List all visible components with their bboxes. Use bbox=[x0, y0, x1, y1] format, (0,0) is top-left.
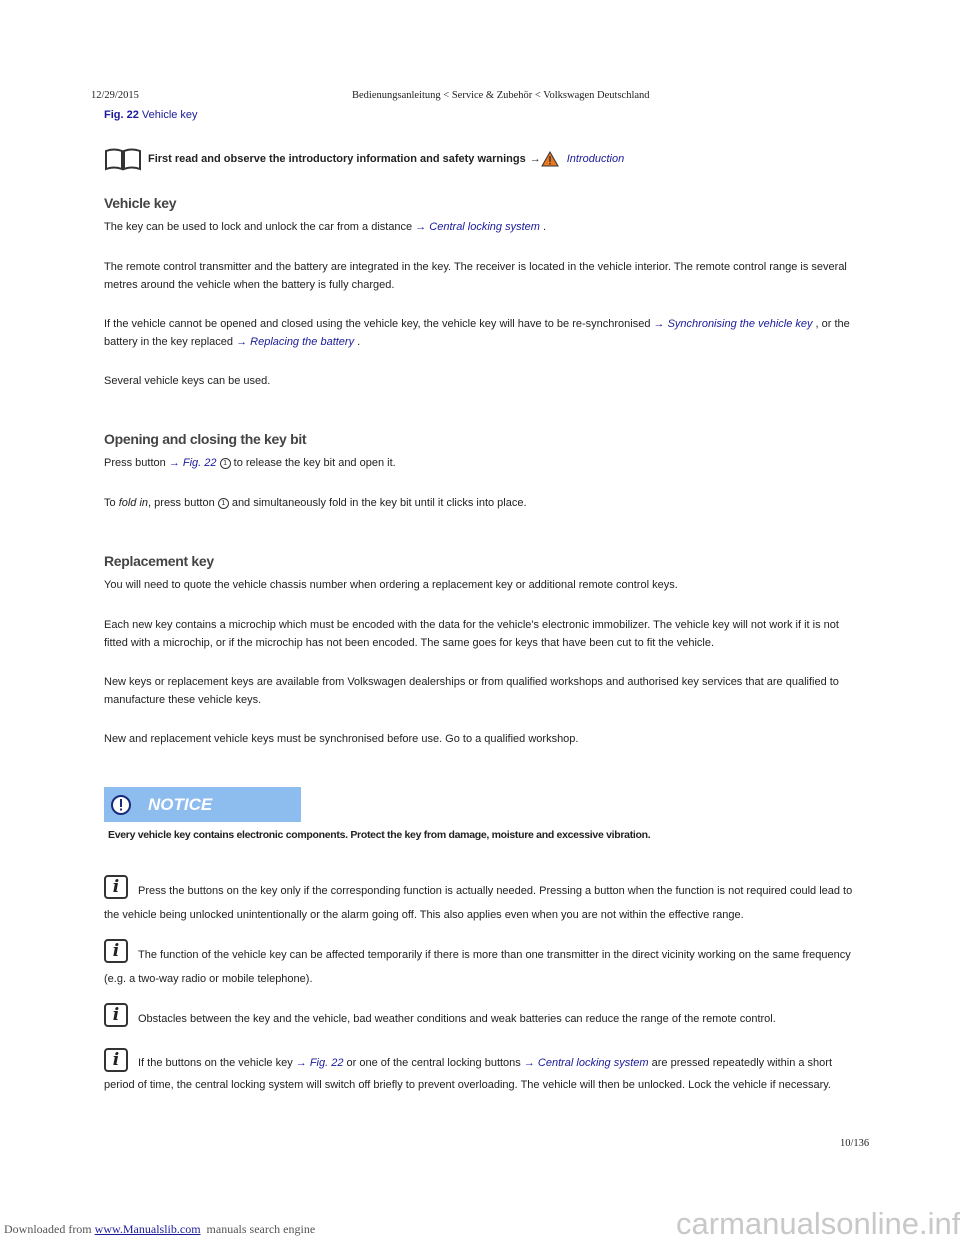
fig-22-link[interactable]: → Fig. 22 bbox=[169, 457, 217, 469]
figure-caption-text: Vehicle key bbox=[141, 109, 198, 121]
note-text: If the buttons on the vehicle key bbox=[138, 1057, 296, 1069]
notice-banner: NOTICE bbox=[104, 787, 301, 822]
print-date: 12/29/2015 bbox=[91, 90, 139, 101]
note: i If the buttons on the vehicle key → Fig… bbox=[104, 1048, 864, 1096]
manualslib-link[interactable]: www.Manualslib.com bbox=[95, 1222, 201, 1236]
section-title: Replacement key bbox=[104, 553, 214, 569]
info-icon: i bbox=[104, 939, 128, 963]
paragraph: You will need to quote the vehicle chass… bbox=[104, 579, 678, 591]
info-icon: i bbox=[104, 1003, 128, 1027]
watermark: carmanualsonline.info bbox=[676, 1206, 960, 1241]
page-number: 10/136 bbox=[840, 1138, 870, 1149]
arrow: → bbox=[529, 153, 541, 165]
button-number: 1 bbox=[219, 457, 231, 469]
note: i Obstacles between the key and the vehic… bbox=[104, 1003, 864, 1031]
paragraph: New keys or replacement keys are availab… bbox=[104, 676, 839, 706]
text: . bbox=[354, 335, 361, 348]
paragraph: To fold in, press button 1 and simultane… bbox=[104, 495, 864, 513]
central-locking-link[interactable]: → Central locking system bbox=[415, 221, 540, 233]
text: , press button bbox=[148, 497, 218, 509]
note-text: or one of the central locking buttons bbox=[343, 1057, 524, 1069]
note-text: The function of the vehicle key can be a… bbox=[104, 949, 851, 985]
introduction-link[interactable]: Introduction bbox=[567, 153, 624, 165]
figure-caption: Fig. 22 Vehicle key bbox=[104, 109, 198, 121]
download-footer: Downloaded from www.Manualslib.com manua… bbox=[4, 1222, 315, 1237]
intro-text: First read and observe the introductory … bbox=[148, 153, 526, 165]
fig-22-link[interactable]: → Fig. 22 bbox=[296, 1057, 344, 1069]
info-icon: i bbox=[104, 1048, 128, 1072]
text: manuals search engine bbox=[206, 1222, 316, 1236]
synchronising-link[interactable]: → Synchronising the vehicle key bbox=[654, 318, 813, 330]
section-title: Vehicle key bbox=[104, 195, 177, 211]
paragraph: Several vehicle keys can be used. bbox=[104, 375, 271, 387]
book-icon bbox=[105, 148, 141, 171]
text: Downloaded from bbox=[4, 1222, 92, 1236]
paragraph: Press button → Fig. 22 1 to release the … bbox=[104, 455, 864, 473]
note-text: Obstacles between the key and the vehicl… bbox=[138, 1013, 776, 1025]
figure-label: Fig. 22 bbox=[104, 109, 139, 121]
info-icon: i bbox=[104, 875, 128, 899]
text: To bbox=[104, 497, 119, 509]
notice-text: Every vehicle key contains electronic co… bbox=[108, 829, 651, 841]
central-locking-link[interactable]: → Central locking system bbox=[524, 1057, 649, 1069]
print-title: Bedienungsanleitung < Service & Zubehör … bbox=[352, 90, 650, 101]
note: i Press the buttons on the key only if th… bbox=[104, 875, 864, 927]
text: and simultaneously fold in the key bit u… bbox=[228, 497, 527, 509]
paragraph: New and replacement vehicle keys must be… bbox=[104, 733, 579, 745]
text: . bbox=[539, 221, 547, 233]
text: fold in bbox=[118, 497, 149, 509]
exclamation-icon bbox=[111, 794, 131, 815]
text: to release the key bit and open it. bbox=[233, 457, 396, 469]
notice-title: NOTICE bbox=[148, 794, 213, 814]
text: Press button bbox=[104, 457, 169, 469]
text: If the vehicle cannot be opened and clos… bbox=[104, 318, 654, 330]
intro-note: First read and observe the introductory … bbox=[104, 147, 624, 171]
replacing-battery-link[interactable]: → Replacing the battery bbox=[236, 336, 354, 348]
paragraph: The remote control transmitter and the b… bbox=[104, 261, 847, 291]
paragraph: Each new key contains a microchip which … bbox=[104, 619, 839, 649]
section-title: Opening and closing the key bit bbox=[104, 431, 307, 447]
note: i The function of the vehicle key can be … bbox=[104, 939, 864, 991]
paragraph: The key can be used to lock and unlock t… bbox=[104, 219, 864, 237]
page: 12/29/2015 Bedienungsanleitung < Service… bbox=[0, 0, 960, 1242]
note-text: Press the buttons on the key only if the… bbox=[104, 885, 853, 921]
text: The key can be used to lock and unlock t… bbox=[104, 221, 416, 233]
warning-icon bbox=[540, 151, 559, 167]
button-number: 1 bbox=[217, 497, 229, 509]
paragraph: If the vehicle cannot be opened and clos… bbox=[104, 316, 864, 351]
